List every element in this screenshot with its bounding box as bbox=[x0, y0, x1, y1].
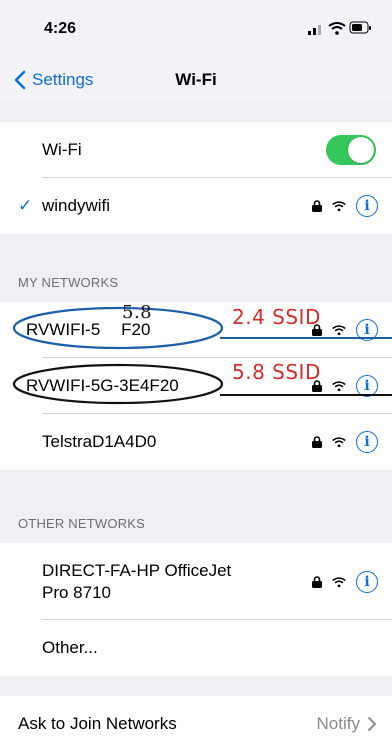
other-network-label: Other... bbox=[42, 638, 98, 657]
info-icon[interactable]: i bbox=[356, 319, 378, 341]
annotation-ssid-24: 2.4 SSID bbox=[232, 305, 321, 329]
network-name: TelstraD1A4D0 bbox=[42, 432, 157, 451]
other-network-row[interactable]: Other... bbox=[0, 620, 392, 676]
status-bar: 4:26 bbox=[0, 0, 392, 58]
navigation-bar: Settings Wi-Fi bbox=[0, 58, 392, 102]
network-name-line2: Pro 8710 bbox=[42, 583, 111, 602]
annotation-ssid-58: 5.8 SSID bbox=[232, 360, 321, 384]
page-title: Wi-Fi bbox=[175, 70, 217, 89]
connected-network-name: windywifi bbox=[42, 196, 111, 215]
wifi-icon bbox=[332, 201, 346, 212]
network-name: DIRECT-FA-HP OfficeJet Pro 8710 bbox=[42, 560, 231, 604]
network-accessories: i bbox=[312, 358, 378, 414]
my-networks-header: MY NETWORKS bbox=[18, 275, 119, 290]
network-accessories: i bbox=[312, 178, 378, 234]
wifi-toggle-switch[interactable] bbox=[326, 135, 376, 165]
annotation-small-label: 5.8 bbox=[122, 302, 153, 323]
chevron-right-icon bbox=[368, 717, 376, 731]
status-icons bbox=[308, 21, 371, 35]
network-accessories: i bbox=[312, 302, 378, 358]
wifi-toggle-label: Wi-Fi bbox=[42, 140, 82, 159]
lock-icon bbox=[312, 575, 322, 588]
wifi-icon bbox=[332, 325, 346, 336]
wifi-group: Wi-Fi ✓ windywifi i bbox=[0, 122, 392, 234]
battery-icon bbox=[349, 21, 371, 34]
network-name-line1: DIRECT-FA-HP OfficeJet bbox=[42, 561, 232, 580]
wifi-toggle-row: Wi-Fi bbox=[0, 122, 392, 178]
connected-network-row[interactable]: ✓ windywifi i bbox=[0, 178, 392, 234]
info-icon[interactable]: i bbox=[356, 375, 378, 397]
network-row[interactable]: DIRECT-FA-HP OfficeJet Pro 8710 i bbox=[0, 543, 392, 620]
info-icon[interactable]: i bbox=[356, 570, 378, 593]
toggle-knob bbox=[348, 137, 374, 163]
network-name: RVWIFI-5G-3E4F20 bbox=[26, 376, 179, 395]
ask-to-join-value-text: Notify bbox=[316, 714, 360, 733]
wifi-icon bbox=[332, 576, 346, 587]
lock-icon bbox=[312, 200, 322, 212]
wifi-icon bbox=[332, 381, 346, 392]
info-icon[interactable]: i bbox=[356, 195, 378, 217]
wifi-icon bbox=[332, 437, 346, 448]
network-row[interactable]: TelstraD1A4D0 i bbox=[0, 414, 392, 470]
checkmark-icon: ✓ bbox=[18, 196, 33, 215]
network-row[interactable]: RVWIFI-5G-3E4F20 i bbox=[0, 358, 392, 414]
other-networks-header: OTHER NETWORKS bbox=[18, 516, 146, 531]
cellular-signal-icon bbox=[308, 25, 321, 35]
wifi-signal-icon bbox=[328, 22, 346, 35]
my-networks-group: RVWIFI-5E4F20 i RVWIFI-5G-3E4F20 i Telst… bbox=[0, 302, 392, 470]
status-time: 4:26 bbox=[44, 20, 77, 37]
info-icon[interactable]: i bbox=[356, 431, 378, 453]
network-accessories: i bbox=[312, 414, 378, 470]
other-networks-group: DIRECT-FA-HP OfficeJet Pro 8710 i Other.… bbox=[0, 543, 392, 676]
network-row[interactable]: RVWIFI-5E4F20 i bbox=[0, 302, 392, 358]
lock-icon bbox=[312, 436, 322, 448]
network-accessories: i bbox=[312, 543, 378, 620]
